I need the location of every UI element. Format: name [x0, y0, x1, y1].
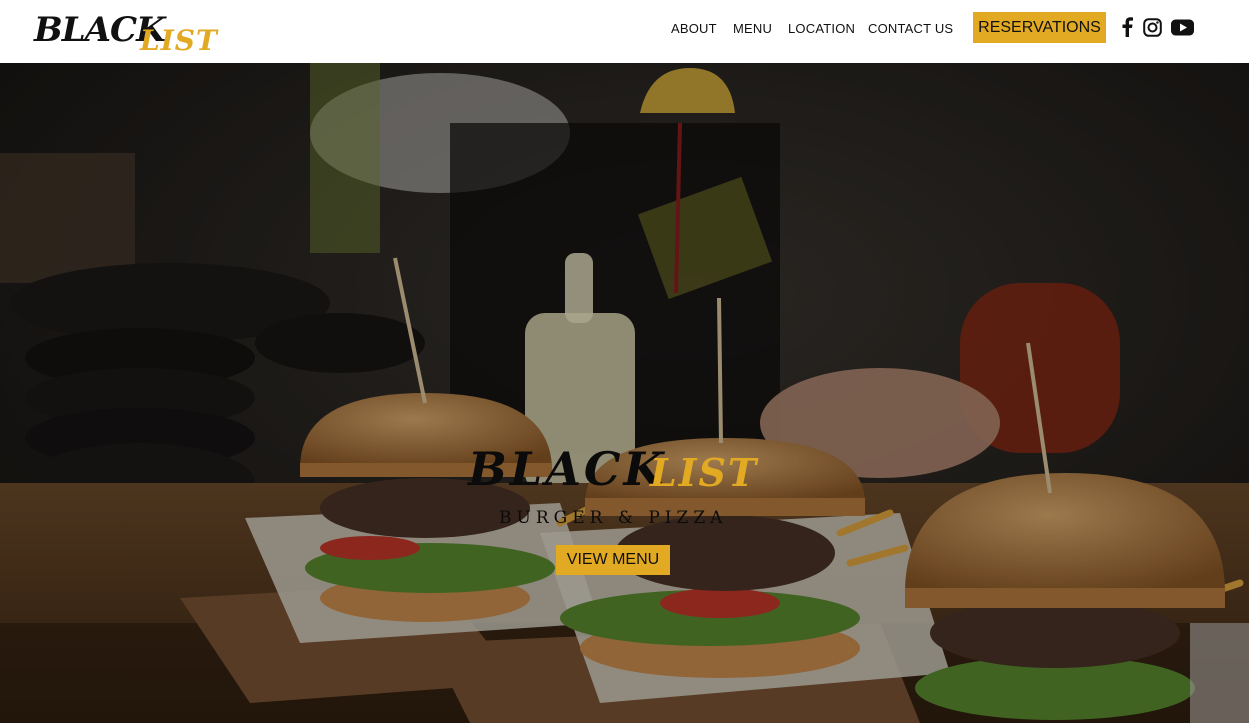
- site-header: BLACK LIST ABOUT MENU LOCATION CONTACT U…: [0, 0, 1249, 63]
- hero-logo: BLACK LIST: [468, 442, 768, 502]
- nav-about[interactable]: ABOUT: [671, 21, 717, 36]
- nav-location[interactable]: LOCATION: [788, 21, 855, 36]
- hero-logo-word-list: LIST: [650, 450, 759, 495]
- youtube-icon[interactable]: [1170, 16, 1194, 38]
- view-menu-button[interactable]: VIEW MENU: [556, 545, 670, 575]
- instagram-icon[interactable]: [1142, 16, 1162, 38]
- hero-tagline: BURGER & PIZZA: [499, 508, 728, 528]
- site-logo[interactable]: BLACK LIST: [32, 6, 222, 58]
- facebook-icon[interactable]: [1119, 16, 1135, 38]
- nav-contact-us[interactable]: CONTACT US: [868, 21, 953, 36]
- hero-dark-overlay: [0, 63, 1249, 723]
- hero-logo-word-black: BLACK: [468, 442, 667, 496]
- reservations-button[interactable]: RESERVATIONS: [973, 12, 1106, 43]
- nav-menu[interactable]: MENU: [733, 21, 772, 36]
- logo-word-list: LIST: [140, 24, 218, 57]
- hero-section: [0, 63, 1249, 723]
